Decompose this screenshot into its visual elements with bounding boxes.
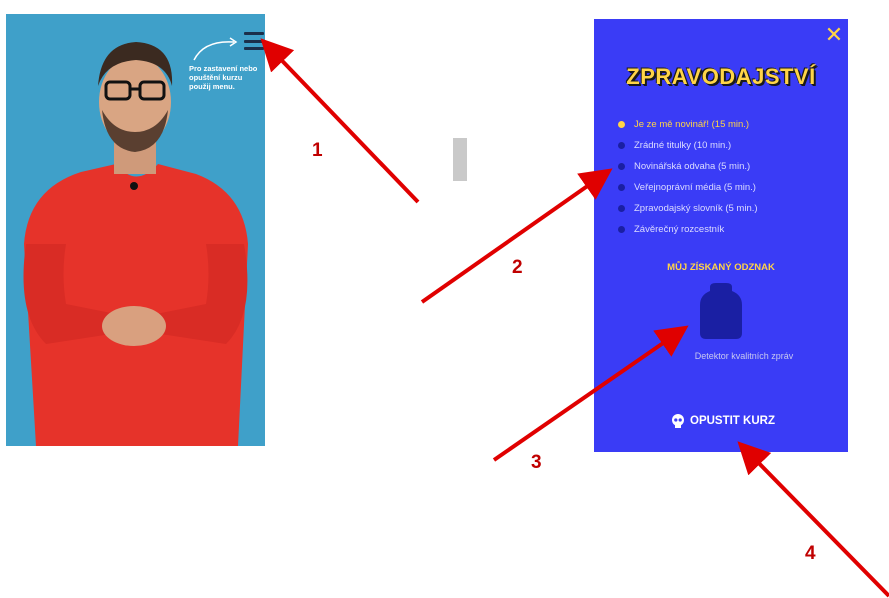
chapter-item[interactable]: Závěrečný rozcestník — [616, 219, 836, 240]
chapter-item[interactable]: Veřejnoprávní média (5 min.) — [616, 177, 836, 198]
annotation-label-4: 4 — [805, 543, 816, 564]
annotation-label-1: 1 — [312, 140, 323, 161]
chapter-dot-icon — [618, 163, 625, 170]
chapter-dot-icon — [618, 226, 625, 233]
course-title: ZPRAVODAJSTVÍ — [626, 64, 816, 89]
chapter-dot-icon — [618, 184, 625, 191]
annotation-label-2: 2 — [512, 257, 523, 278]
annotation-label-3: 3 — [531, 452, 542, 473]
chapter-label: Závěrečný rozcestník — [634, 224, 725, 235]
divider-bar — [453, 138, 467, 181]
chapter-label: Zrádné titulky (10 min.) — [634, 140, 732, 151]
arrow-2 — [420, 168, 613, 304]
chapter-list: Je ze mě novinář! (15 min.) Zrádné titul… — [616, 114, 836, 240]
chapter-item[interactable]: Zrádné titulky (10 min.) — [616, 135, 836, 156]
menu-hint-text: Pro zastavení nebo opuštění kurzu použij… — [189, 64, 258, 91]
close-icon[interactable]: ✕ — [824, 24, 844, 46]
chapter-label: Je ze mě novinář! (15 min.) — [634, 119, 750, 130]
course-menu-panel: ✕ ZPRAVODAJSTVÍ Je ze mě novinář! (15 mi… — [594, 19, 848, 452]
badge-name: Detektor kvalitních zpráv — [694, 351, 794, 361]
leave-course-label: OPUSTIT KURZ — [690, 415, 775, 427]
chapter-dot-icon — [618, 142, 625, 149]
video-screen: Pro zastavení nebo opuštění kurzu použij… — [6, 14, 265, 446]
chapter-label: Zpravodajský slovník (5 min.) — [634, 203, 758, 214]
leave-course-button[interactable]: OPUSTIT KURZ — [658, 411, 788, 431]
arrow-4 — [737, 441, 889, 598]
skull-icon — [672, 414, 684, 428]
chapter-label: Veřejnoprávní média (5 min.) — [634, 182, 756, 193]
chapter-item[interactable]: Novinářská odvaha (5 min.) — [616, 156, 836, 177]
badge-icon — [700, 283, 742, 339]
arrow-1 — [260, 38, 420, 204]
badge-heading: MŮJ ZÍSKANÝ ODZNAK — [667, 262, 775, 273]
hint-arrow-icon — [193, 37, 238, 61]
chapter-dot-icon — [618, 205, 625, 212]
chapter-dot-icon — [618, 121, 625, 128]
chapter-item[interactable]: Zpravodajský slovník (5 min.) — [616, 198, 836, 219]
chapter-label: Novinářská odvaha (5 min.) — [634, 161, 751, 172]
menu-hamburger-icon[interactable] — [244, 32, 264, 50]
chapter-item[interactable]: Je ze mě novinář! (15 min.) — [616, 114, 836, 135]
